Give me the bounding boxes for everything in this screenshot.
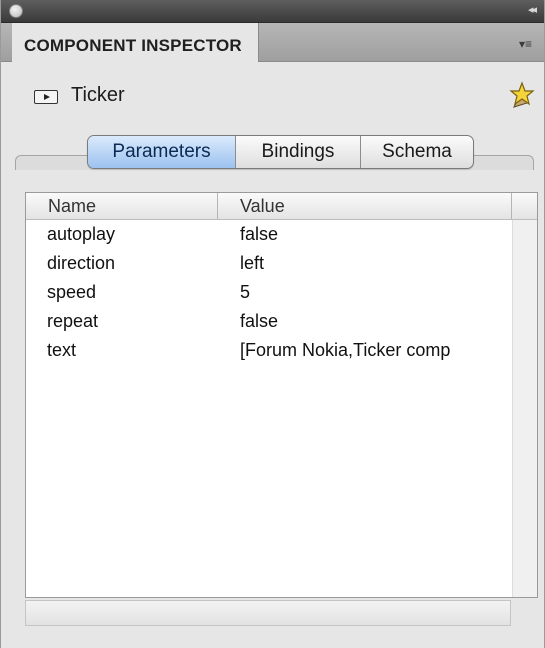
- param-name: autoplay: [47, 224, 116, 244]
- column-header-name[interactable]: Name: [48, 196, 96, 217]
- param-name: direction: [47, 253, 116, 273]
- column-divider[interactable]: [217, 193, 218, 219]
- panel-menu-icon[interactable]: ▾≡: [519, 37, 532, 51]
- movieclip-icon: [34, 90, 58, 104]
- table-row[interactable]: direction left: [26, 251, 511, 280]
- close-icon[interactable]: [9, 4, 23, 18]
- column-header-value[interactable]: Value: [240, 196, 285, 217]
- tab-schema[interactable]: Schema: [361, 136, 473, 168]
- component-name: Ticker: [71, 84, 125, 106]
- component-inspector-panel: ◂◂ COMPONENT INSPECTOR ▾≡ Ticker Paramet…: [0, 0, 545, 648]
- param-name: repeat: [47, 311, 99, 331]
- inspector-tabs: Parameters Bindings Schema: [87, 135, 474, 169]
- table-row[interactable]: text [Forum Nokia,Ticker comp: [26, 338, 511, 367]
- param-value[interactable]: [Forum Nokia,Ticker comp: [240, 340, 511, 361]
- tab-bindings[interactable]: Bindings: [236, 136, 361, 168]
- collapse-icon[interactable]: ◂◂: [528, 3, 537, 16]
- param-name: speed: [47, 282, 97, 302]
- panel-titlebar: ◂◂: [1, 0, 544, 23]
- param-value[interactable]: left: [240, 253, 511, 274]
- param-name: text: [47, 340, 77, 360]
- param-value[interactable]: false: [240, 224, 511, 245]
- panel-tab-strip: COMPONENT INSPECTOR ▾≡: [1, 23, 544, 62]
- vertical-scrollbar[interactable]: [512, 220, 537, 597]
- column-divider[interactable]: [511, 193, 512, 219]
- tab-parameters[interactable]: Parameters: [88, 136, 236, 168]
- table-row[interactable]: autoplay false: [26, 222, 511, 251]
- table-row[interactable]: speed 5: [26, 280, 511, 309]
- table-header: Name Value: [26, 193, 537, 220]
- table-row[interactable]: repeat false: [26, 309, 511, 338]
- parameters-table: Name Value autoplay false direction left…: [25, 192, 538, 598]
- param-value[interactable]: false: [240, 311, 511, 332]
- horizontal-scrollbar[interactable]: [25, 600, 511, 626]
- tab-component-inspector[interactable]: COMPONENT INSPECTOR: [12, 23, 259, 62]
- panel-title: COMPONENT INSPECTOR: [24, 36, 242, 55]
- param-value[interactable]: 5: [240, 282, 511, 303]
- star-icon[interactable]: [505, 81, 535, 111]
